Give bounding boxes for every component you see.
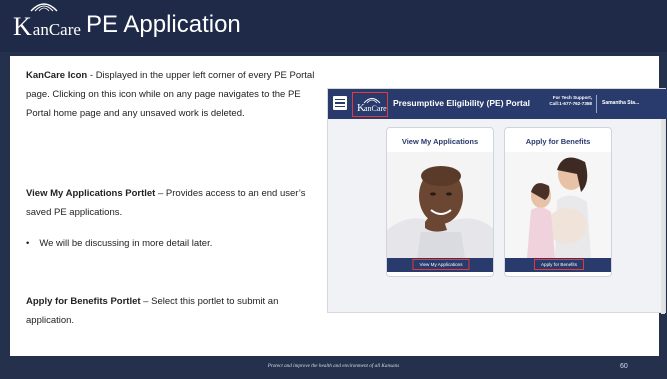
- logo-arc-icon: [30, 3, 58, 12]
- view-my-applications-portlet[interactable]: View My Applications View My Application…: [386, 127, 494, 277]
- logo-text: anCare: [32, 20, 81, 39]
- view-applications-description: View My Applications Portlet – Provides …: [26, 184, 326, 222]
- man-photo: [387, 152, 493, 258]
- tech-support-phone: Call:1-677-762-7358: [549, 101, 592, 106]
- slide: K anCare PE Application KanCare Icon - D…: [0, 0, 667, 379]
- slide-footer: Protect and improve the health and envir…: [0, 359, 667, 379]
- term-apply-benefits: Apply for Benefits Portlet: [26, 296, 141, 307]
- logo-letter-k: K: [13, 12, 32, 41]
- page-number: 60: [620, 363, 628, 370]
- hamburger-menu-icon[interactable]: [333, 96, 347, 110]
- portal-screenshot: K anCare Presumptive Eligibility (PE) Po…: [327, 88, 667, 314]
- term-view-applications: View My Applications Portlet: [26, 188, 156, 199]
- apply-for-benefits-label: Apply for Benefits: [533, 259, 585, 270]
- user-menu[interactable]: Samantha Sta...: [602, 100, 639, 106]
- bullet-text: We will be discussing in more detail lat…: [39, 238, 213, 249]
- portal-kancare-icon[interactable]: K anCare: [352, 92, 388, 117]
- page-title: PE Application: [86, 11, 241, 38]
- portal-scrollbar[interactable]: [661, 119, 665, 314]
- bar-divider: [596, 95, 597, 113]
- slide-header: K anCare PE Application: [0, 0, 667, 52]
- view-my-applications-label: View My Applications: [412, 259, 470, 270]
- term-kancare-icon: KanCare Icon: [26, 70, 88, 81]
- apply-for-benefits-portlet[interactable]: Apply for Benefits Apply for Benefits: [504, 127, 612, 277]
- portal-logo-arc-icon: [363, 98, 381, 104]
- kancare-icon-description: KanCare Icon - Displayed in the upper le…: [26, 66, 326, 123]
- apply-benefits-description: Apply for Benefits Portlet – Select this…: [26, 292, 326, 330]
- portlet-title: View My Applications: [401, 137, 479, 146]
- bullet-mark: •: [26, 238, 30, 249]
- footer-tagline: Protect and improve the health and envir…: [267, 363, 400, 369]
- bullet-item: • We will be discussing in more detail l…: [26, 234, 212, 253]
- portlet-title: Apply for Benefits: [525, 137, 591, 146]
- mother-child-photo: [505, 152, 611, 258]
- view-my-applications-button[interactable]: View My Applications: [387, 258, 493, 272]
- portal-logo-text: anCare: [364, 104, 387, 113]
- portal-top-bar: K anCare Presumptive Eligibility (PE) Po…: [328, 89, 667, 119]
- tech-support-info: For Tech Support, Call:1-677-762-7358: [536, 95, 592, 107]
- slide-content: KanCare Icon - Displayed in the upper le…: [10, 56, 667, 356]
- portal-title: Presumptive Eligibility (PE) Portal: [393, 98, 530, 108]
- kancare-logo: K anCare: [13, 3, 81, 41]
- apply-for-benefits-button[interactable]: Apply for Benefits: [505, 258, 611, 272]
